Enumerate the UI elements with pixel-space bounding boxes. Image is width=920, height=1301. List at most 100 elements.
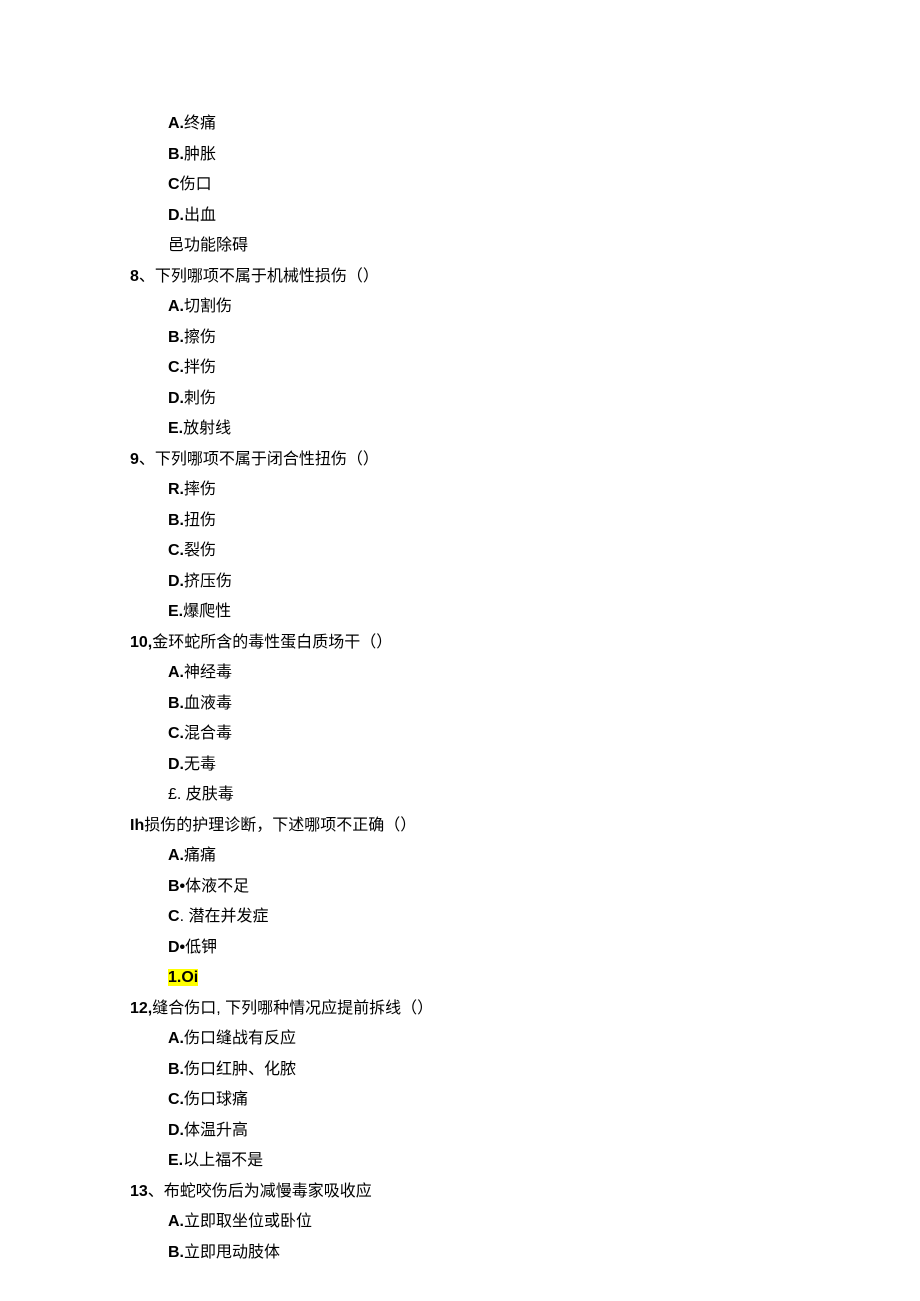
option-prefix: A. — [168, 298, 184, 315]
option-prefix: 1.Oi — [168, 969, 198, 986]
q11-option-a: A.痛痛 — [168, 842, 920, 870]
q12-option-d: D.体温升高 — [168, 1117, 920, 1145]
question-text: 、布蛇咬伤后为减慢毒家吸收应 — [148, 1183, 372, 1200]
q9-option-a: R.摔伤 — [168, 476, 920, 504]
option-text: 血液毒 — [184, 695, 232, 712]
q7-option-a: A.终痛 — [168, 110, 920, 138]
q10-option-e: £. 皮肤毒 — [168, 781, 920, 809]
q11-stem: Ih损伤的护理诊断，下述哪项不正确（） — [130, 812, 920, 840]
option-prefix: B• — [168, 878, 185, 895]
question-text: 损伤的护理诊断，下述哪项不正确（） — [144, 817, 416, 834]
option-text: 放射线 — [183, 420, 231, 437]
option-prefix: D. — [168, 207, 184, 224]
q11-options: A.痛痛 B•体液不足 C. 潜在并发症 D•低钾 1.Oi — [130, 842, 920, 992]
option-prefix: D. — [168, 756, 184, 773]
option-prefix: A. — [168, 1213, 184, 1230]
option-text: 摔伤 — [184, 481, 216, 498]
option-text: 无毒 — [184, 756, 216, 773]
option-prefix: C. — [168, 725, 184, 742]
option-prefix: R. — [168, 481, 184, 498]
question-number: 13 — [130, 1183, 148, 1200]
option-text: 伤口缝战有反应 — [184, 1030, 296, 1047]
q12-stem: 12,缝合伤口, 下列哪种情况应提前拆线（） — [130, 995, 920, 1023]
option-text: 肿胀 — [184, 146, 216, 163]
q13-option-a: A.立即取坐位或卧位 — [168, 1208, 920, 1236]
option-text: 立即取坐位或卧位 — [184, 1213, 312, 1230]
q11-option-c: C. 潜在并发症 — [168, 903, 920, 931]
q8-option-a: A.切割伤 — [168, 293, 920, 321]
option-text: 以上福不是 — [183, 1152, 263, 1169]
option-prefix: B. — [168, 512, 184, 529]
q9-option-d: D.挤压伤 — [168, 568, 920, 596]
q10-stem: 10,金环蛇所含的毒性蛋白质场干（） — [130, 629, 920, 657]
q8-stem: 8、下列哪项不属于机械性损伤（） — [130, 263, 920, 291]
q7-option-b: B.肿胀 — [168, 141, 920, 169]
option-text: 伤口球痛 — [184, 1091, 248, 1108]
option-prefix: B. — [168, 146, 184, 163]
q8-option-d: D.刺伤 — [168, 385, 920, 413]
q13-stem: 13、布蛇咬伤后为减慢毒家吸收应 — [130, 1178, 920, 1206]
option-text: 邑功能除碍 — [168, 237, 248, 254]
question-text: 金环蛇所含的毒性蛋白质场干（） — [152, 634, 392, 651]
option-text: 混合毒 — [184, 725, 232, 742]
q12-option-a: A.伤口缝战有反应 — [168, 1025, 920, 1053]
option-prefix: B. — [168, 1244, 184, 1261]
option-prefix: £. — [168, 786, 181, 803]
q11-option-e: 1.Oi — [168, 964, 920, 992]
option-text: 立即甩动肢体 — [184, 1244, 280, 1261]
q9-options: R.摔伤 B.扭伤 C.裂伤 D.挤压伤 E.爆爬性 — [130, 476, 920, 626]
q12-option-c: C.伤口球痛 — [168, 1086, 920, 1114]
option-text: 痛痛 — [184, 847, 216, 864]
option-prefix: A. — [168, 1030, 184, 1047]
question-text: 缝合伤口, 下列哪种情况应提前拆线（） — [152, 1000, 433, 1017]
option-text: 体液不足 — [185, 878, 249, 895]
option-text: 裂伤 — [184, 542, 216, 559]
question-text: 、下列哪项不属于闭合性扭伤（） — [139, 451, 379, 468]
q10-option-d: D.无毒 — [168, 751, 920, 779]
option-prefix: E. — [168, 420, 183, 437]
q8-option-b: B.擦伤 — [168, 324, 920, 352]
q7-option-e: 邑功能除碍 — [168, 232, 920, 260]
q11-option-d: D•低钾 — [168, 934, 920, 962]
option-prefix: A. — [168, 847, 184, 864]
option-text: . 潜在并发症 — [180, 908, 269, 925]
q9-option-e: E.爆爬性 — [168, 598, 920, 626]
q10-option-a: A.神经毒 — [168, 659, 920, 687]
question-number: 12, — [130, 1000, 152, 1017]
option-text: 切割伤 — [184, 298, 232, 315]
option-text: 出血 — [184, 207, 216, 224]
q12-option-b: B.伤口红肿、化脓 — [168, 1056, 920, 1084]
q13-options: A.立即取坐位或卧位 B.立即甩动肢体 — [130, 1208, 920, 1267]
option-prefix: C. — [168, 542, 184, 559]
option-text: 挤压伤 — [184, 573, 232, 590]
option-prefix: B. — [168, 1061, 184, 1078]
option-prefix: D• — [168, 939, 185, 956]
option-prefix: C — [168, 908, 180, 925]
option-text: 伤口 — [180, 176, 212, 193]
q10-option-b: B.血液毒 — [168, 690, 920, 718]
q8-option-c: C.拌伤 — [168, 354, 920, 382]
option-prefix: C. — [168, 359, 184, 376]
option-prefix: D. — [168, 573, 184, 590]
option-text: 扭伤 — [184, 512, 216, 529]
option-text: 神经毒 — [184, 664, 232, 681]
question-number: Ih — [130, 817, 144, 834]
q11-option-b: B•体液不足 — [168, 873, 920, 901]
option-prefix: B. — [168, 329, 184, 346]
option-text: 体温升高 — [184, 1122, 248, 1139]
q7-option-d: D.出血 — [168, 202, 920, 230]
q13-option-b: B.立即甩动肢体 — [168, 1239, 920, 1267]
option-prefix: D. — [168, 390, 184, 407]
option-prefix: B. — [168, 695, 184, 712]
question-number: 10, — [130, 634, 152, 651]
option-prefix: C — [168, 176, 180, 193]
q10-options: A.神经毒 B.血液毒 C.混合毒 D.无毒 £. 皮肤毒 — [130, 659, 920, 809]
option-text: 擦伤 — [184, 329, 216, 346]
q12-option-e: E.以上福不是 — [168, 1147, 920, 1175]
option-text: 刺伤 — [184, 390, 216, 407]
q8-options: A.切割伤 B.擦伤 C.拌伤 D.刺伤 E.放射线 — [130, 293, 920, 443]
question-number: 9 — [130, 451, 139, 468]
option-prefix: A. — [168, 115, 184, 132]
q8-option-e: E.放射线 — [168, 415, 920, 443]
option-prefix: E. — [168, 603, 183, 620]
